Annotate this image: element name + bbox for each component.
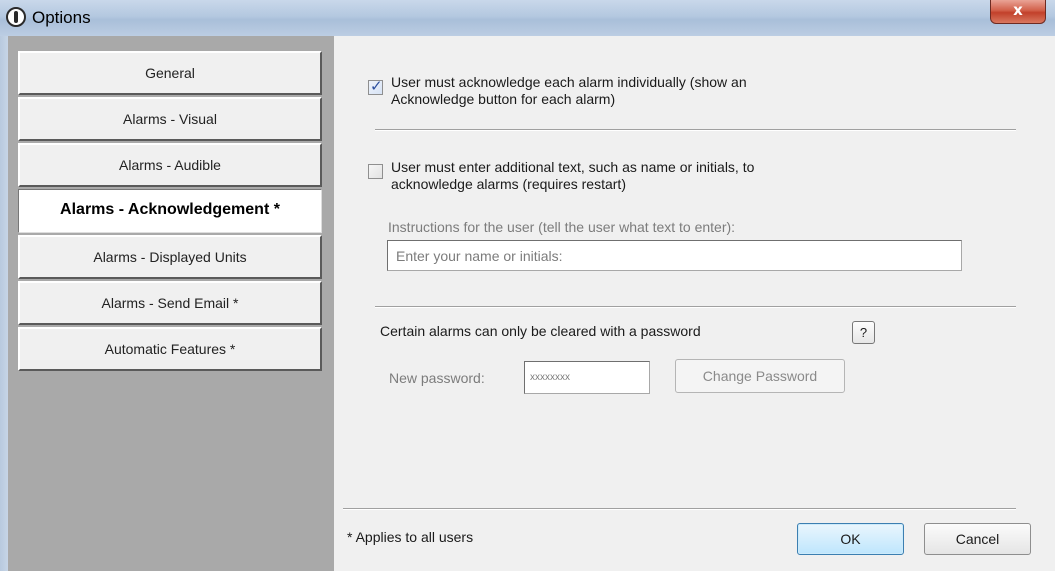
ack-individually-label-line2: Acknowledge button for each alarm) — [391, 91, 616, 107]
footer-note: * Applies to all users — [347, 529, 474, 545]
ack-text-label-line2: acknowledge alarms (requires restart) — [391, 176, 626, 192]
ack-individually-checkbox[interactable]: ✓ — [368, 77, 383, 95]
options-sidebar: General Alarms - Visual Alarms - Audible… — [8, 36, 334, 571]
ack-text-label-line1: User must enter additional text, such as… — [391, 159, 755, 175]
sidebar-item-alarms-displayed-units[interactable]: Alarms - Displayed Units — [18, 235, 322, 279]
instructions-label: Instructions for the user (tell the user… — [388, 219, 736, 235]
instructions-input[interactable] — [387, 240, 962, 271]
sidebar-item-alarms-send-email[interactable]: Alarms - Send Email * — [18, 281, 322, 325]
cancel-button[interactable]: Cancel — [924, 523, 1031, 555]
sidebar-item-automatic-features[interactable]: Automatic Features * — [18, 327, 322, 371]
separator-2 — [375, 306, 1016, 308]
ack-individually-label-line1: User must acknowledge each alarm individ… — [391, 74, 747, 90]
sidebar-item-alarms-acknowledgement[interactable]: Alarms - Acknowledgement * — [18, 189, 322, 233]
checkmark-icon: ✓ — [370, 77, 383, 95]
app-logo-icon — [6, 7, 26, 27]
window-frame-left — [0, 36, 8, 571]
window-title: Options — [32, 8, 91, 27]
new-password-input[interactable] — [524, 361, 650, 394]
ack-text-checkbox[interactable] — [368, 164, 383, 179]
close-icon: x — [1013, 1, 1023, 19]
sidebar-item-alarms-audible[interactable]: Alarms - Audible — [18, 143, 322, 187]
sidebar-item-general[interactable]: General — [18, 51, 322, 95]
help-button[interactable]: ? — [852, 321, 875, 344]
password-section-heading: Certain alarms can only be cleared with … — [380, 323, 701, 339]
options-content-panel — [334, 36, 1055, 571]
change-password-button[interactable]: Change Password — [675, 359, 845, 393]
ok-button[interactable]: OK — [797, 523, 904, 555]
separator-1 — [375, 129, 1016, 131]
new-password-label: New password: — [389, 370, 485, 386]
close-button[interactable]: x — [990, 0, 1046, 24]
sidebar-item-alarms-visual[interactable]: Alarms - Visual — [18, 97, 322, 141]
footer-separator — [343, 508, 1016, 510]
title-bar: Options x — [0, 0, 1055, 36]
